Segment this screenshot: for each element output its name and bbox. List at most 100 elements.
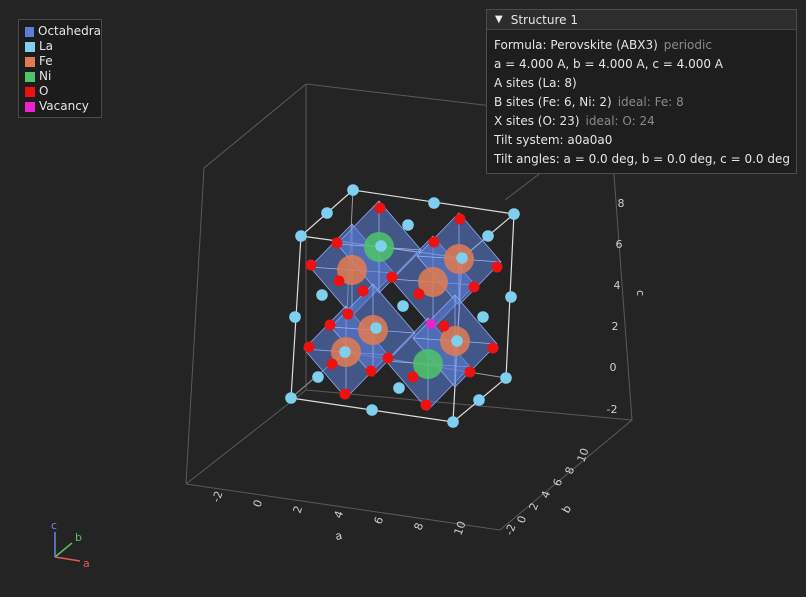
structure-info-panel: ▼ Structure 1 Formula: Perovskite (ABX3)… bbox=[486, 9, 797, 174]
o-atom bbox=[428, 236, 440, 248]
tilt-angles-line: Tilt angles: a = 0.0 deg, b = 0.0 deg, c… bbox=[494, 152, 790, 166]
o-atom bbox=[339, 388, 351, 400]
legend-label: La bbox=[39, 39, 54, 53]
b-axis-label: b bbox=[559, 503, 574, 516]
o-atom bbox=[382, 352, 394, 364]
o-atom bbox=[464, 366, 476, 378]
legend-label: O bbox=[39, 84, 49, 98]
o-atom bbox=[303, 341, 315, 353]
la-atom bbox=[482, 230, 494, 242]
o-atom bbox=[407, 371, 419, 383]
legend-item: Fe bbox=[25, 54, 101, 69]
x-sites-label: X sites (O: 23) bbox=[494, 114, 580, 128]
o-atom bbox=[438, 320, 450, 332]
a-tick-label: 10 bbox=[452, 519, 469, 537]
panel-header[interactable]: ▼ Structure 1 bbox=[487, 10, 796, 30]
gizmo-c-label: c bbox=[51, 519, 57, 532]
a-axis-label: a bbox=[334, 529, 343, 543]
x-ideal-label: ideal: O: 24 bbox=[585, 114, 655, 128]
la-atom bbox=[397, 300, 409, 312]
a-tick-label: 6 bbox=[372, 515, 387, 526]
o-atom bbox=[487, 342, 499, 354]
c-tick-label: 4 bbox=[614, 279, 621, 292]
legend-item: O bbox=[25, 84, 101, 99]
b-sites-line: B sites (Fe: 6, Ni: 2) ideal: Fe: 8 bbox=[494, 93, 796, 112]
o-atom bbox=[491, 261, 503, 273]
la-atom bbox=[312, 371, 324, 383]
la-atom bbox=[477, 311, 489, 323]
b-tick-label: 4 bbox=[539, 489, 554, 500]
la-atom bbox=[456, 252, 468, 264]
la-atom bbox=[505, 291, 517, 303]
o-atom bbox=[386, 271, 398, 283]
legend-item: Ni bbox=[25, 69, 101, 84]
la-atom bbox=[339, 346, 351, 358]
legend-label: Octahedra bbox=[38, 24, 101, 38]
b-tick-label: 0 bbox=[515, 514, 530, 525]
b-sites-label: B sites (Fe: 6, Ni: 2) bbox=[494, 95, 612, 109]
la-atom bbox=[500, 372, 512, 384]
o-atom bbox=[468, 281, 480, 293]
la-atom bbox=[370, 322, 382, 334]
c-tick-label: 6 bbox=[616, 238, 623, 251]
formula-line: Formula: Perovskite (ABX3) periodic bbox=[494, 36, 796, 55]
legend-item: Octahedra bbox=[25, 24, 101, 39]
legend-label: Vacancy bbox=[39, 99, 89, 113]
legend: Octahedra La Fe Ni O Vacancy bbox=[18, 19, 102, 118]
la-atom bbox=[289, 311, 301, 323]
c-tick-label: -2 bbox=[607, 403, 618, 416]
b-tick-label: 10 bbox=[575, 446, 592, 464]
la-atom bbox=[473, 394, 485, 406]
legend-item: Vacancy bbox=[25, 99, 101, 114]
o-atom bbox=[331, 237, 343, 249]
collapse-triangle-icon[interactable]: ▼ bbox=[495, 14, 503, 25]
la-atom bbox=[451, 335, 463, 347]
o-atom bbox=[357, 285, 369, 297]
c-tick-label: 2 bbox=[612, 320, 619, 333]
axis-gizmo[interactable]: a b c bbox=[51, 519, 90, 570]
legend-label: Fe bbox=[39, 54, 53, 68]
legend-item: La bbox=[25, 39, 101, 54]
formula-note: periodic bbox=[663, 38, 712, 52]
o-atom bbox=[333, 275, 345, 287]
b-tick-label: -2 bbox=[503, 522, 519, 537]
o-atom bbox=[342, 308, 354, 320]
b-tick-label: 2 bbox=[527, 501, 542, 512]
a-tick-label: -2 bbox=[210, 489, 226, 504]
la-atom bbox=[508, 208, 520, 220]
legend-swatch bbox=[25, 26, 34, 37]
la-atom bbox=[375, 240, 387, 252]
lattice-line: a = 4.000 A, b = 4.000 A, c = 4.000 A bbox=[494, 57, 724, 71]
la-atom bbox=[428, 197, 440, 209]
o-atom bbox=[365, 365, 377, 377]
vacancy-site bbox=[426, 319, 436, 329]
legend-swatch bbox=[25, 41, 35, 52]
legend-label: Ni bbox=[39, 69, 52, 83]
o-atom bbox=[326, 358, 338, 370]
o-atom bbox=[305, 259, 317, 271]
gizmo-b-label: b bbox=[75, 531, 82, 544]
la-atom bbox=[285, 392, 297, 404]
o-atom bbox=[374, 202, 386, 214]
b-tick-label: 8 bbox=[563, 465, 578, 476]
panel-title: Structure 1 bbox=[510, 12, 578, 27]
formula-label: Formula: Perovskite (ABX3) bbox=[494, 38, 658, 52]
legend-swatch bbox=[25, 86, 35, 97]
la-atom bbox=[366, 404, 378, 416]
la-atom bbox=[393, 382, 405, 394]
a-tick-label: 4 bbox=[332, 509, 347, 520]
x-sites-line: X sites (O: 23) ideal: O: 24 bbox=[494, 112, 796, 131]
la-atom bbox=[447, 416, 459, 428]
c-axis-label: c bbox=[634, 290, 647, 296]
o-atom bbox=[413, 288, 425, 300]
a-sites-line: A sites (La: 8) bbox=[494, 76, 577, 90]
a-tick-label: 0 bbox=[251, 498, 266, 509]
gizmo-a-label: a bbox=[83, 557, 90, 570]
la-atom bbox=[402, 219, 414, 231]
legend-swatch bbox=[25, 56, 35, 67]
o-atom bbox=[324, 319, 336, 331]
la-atom bbox=[321, 207, 333, 219]
c-tick-label: 8 bbox=[618, 197, 625, 210]
a-tick-label: 2 bbox=[291, 504, 306, 515]
la-atom bbox=[347, 184, 359, 196]
